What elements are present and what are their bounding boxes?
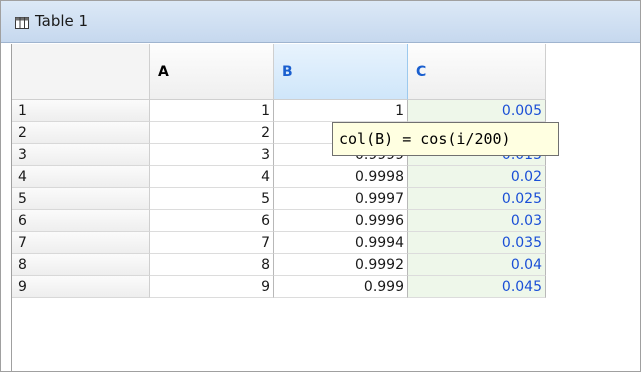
table-row: 8 8 0.9992 0.04 — [12, 254, 636, 276]
row-header[interactable]: 5 — [12, 188, 150, 210]
table-row: 7 7 0.9994 0.035 — [12, 232, 636, 254]
cell-a[interactable]: 4 — [150, 166, 274, 188]
cell-c[interactable]: 0.025 — [408, 188, 546, 210]
column-header-a[interactable]: A — [150, 44, 274, 100]
cell-b[interactable]: 0.9996 — [274, 210, 408, 232]
cell-b[interactable]: 0.9992 — [274, 254, 408, 276]
table-row: 9 9 0.999 0.045 — [12, 276, 636, 298]
row-header[interactable]: 9 — [12, 276, 150, 298]
cell-b[interactable]: 0.9994 — [274, 232, 408, 254]
cell-a[interactable]: 8 — [150, 254, 274, 276]
column-header-c[interactable]: C — [408, 44, 546, 100]
cell-a[interactable]: 5 — [150, 188, 274, 210]
cell-a[interactable]: 3 — [150, 144, 274, 166]
row-header[interactable]: 1 — [12, 100, 150, 122]
window-titlebar[interactable]: Table 1 — [1, 1, 640, 43]
cell-b[interactable]: 0.9997 — [274, 188, 408, 210]
cell-a[interactable]: 2 — [150, 122, 274, 144]
cell-c[interactable]: 0.045 — [408, 276, 546, 298]
formula-tooltip: col(B) = cos(i/200) — [332, 122, 559, 156]
cell-c[interactable]: 0.03 — [408, 210, 546, 232]
corner-cell[interactable] — [12, 44, 150, 100]
cell-b[interactable]: 0.999 — [274, 276, 408, 298]
window-title: Table 1 — [35, 12, 89, 30]
row-header[interactable]: 4 — [12, 166, 150, 188]
cell-b[interactable]: 1 — [274, 100, 408, 122]
spreadsheet-grid[interactable]: A B C 1 1 1 0.005 2 2 3 3 0.9999 0.015 4… — [11, 44, 636, 371]
cell-a[interactable]: 6 — [150, 210, 274, 232]
table-row: 6 6 0.9996 0.03 — [12, 210, 636, 232]
table-window: Table 1 A B C 1 1 1 0.005 2 2 3 3 0.9999… — [0, 0, 641, 372]
column-header-b[interactable]: B — [274, 44, 408, 100]
cell-a[interactable]: 1 — [150, 100, 274, 122]
column-header-row: A B C — [12, 44, 636, 100]
table-row: 5 5 0.9997 0.025 — [12, 188, 636, 210]
row-header[interactable]: 7 — [12, 232, 150, 254]
cell-c[interactable]: 0.005 — [408, 100, 546, 122]
cell-a[interactable]: 7 — [150, 232, 274, 254]
row-header[interactable]: 6 — [12, 210, 150, 232]
cell-b[interactable]: 0.9998 — [274, 166, 408, 188]
cell-c[interactable]: 0.02 — [408, 166, 546, 188]
table-row: 4 4 0.9998 0.02 — [12, 166, 636, 188]
row-header[interactable]: 2 — [12, 122, 150, 144]
table-row: 1 1 1 0.005 — [12, 100, 636, 122]
cell-a[interactable]: 9 — [150, 276, 274, 298]
row-header[interactable]: 8 — [12, 254, 150, 276]
row-header[interactable]: 3 — [12, 144, 150, 166]
cell-c[interactable]: 0.04 — [408, 254, 546, 276]
table-icon — [15, 17, 29, 29]
cell-c[interactable]: 0.035 — [408, 232, 546, 254]
